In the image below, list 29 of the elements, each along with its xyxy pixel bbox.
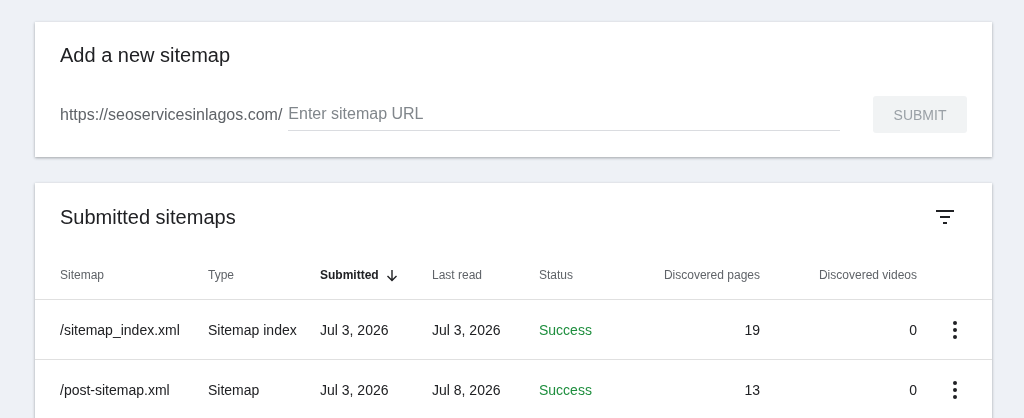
sitemap-url-field[interactable]: Enter sitemap URL [288, 98, 841, 131]
table-cell: /sitemap_index.xml [60, 321, 180, 338]
table-cell: Jul 3, 2026 [320, 321, 389, 338]
filter-icon[interactable] [934, 209, 956, 225]
status-text: Success [539, 381, 592, 398]
column-header[interactable]: Sitemap [60, 268, 105, 282]
table-cell: 13 [744, 381, 760, 398]
column-header[interactable]: Discovered pages [663, 268, 760, 282]
url-prefix: https://seoservicesinlagos.com/ [60, 105, 283, 124]
table-cell: 0 [909, 321, 917, 338]
sort-arrow-icon [385, 268, 398, 282]
table-cell: /post-sitemap.xml [60, 381, 170, 398]
column-header[interactable]: Status [539, 268, 574, 282]
column-header[interactable]: Last read [432, 268, 483, 282]
table-cell: 0 [909, 381, 917, 398]
status-text: Success [539, 321, 592, 338]
more-options-icon[interactable] [950, 379, 959, 400]
table-cell: Jul 3, 2026 [320, 381, 389, 398]
table-cell: Jul 8, 2026 [432, 381, 501, 398]
table-cell: 19 [744, 321, 760, 338]
column-header[interactable]: Submitted [320, 268, 398, 282]
column-header[interactable]: Discovered videos [818, 268, 917, 282]
card-title: Submitted sitemaps [60, 205, 236, 230]
card-title: Add a new sitemap [60, 43, 232, 68]
more-options-icon[interactable] [950, 319, 959, 340]
table-cell: Sitemap [208, 381, 260, 398]
table-cell: Sitemap index [208, 321, 297, 338]
column-header[interactable]: Type [208, 268, 234, 282]
table-cell: Jul 3, 2026 [432, 321, 501, 338]
